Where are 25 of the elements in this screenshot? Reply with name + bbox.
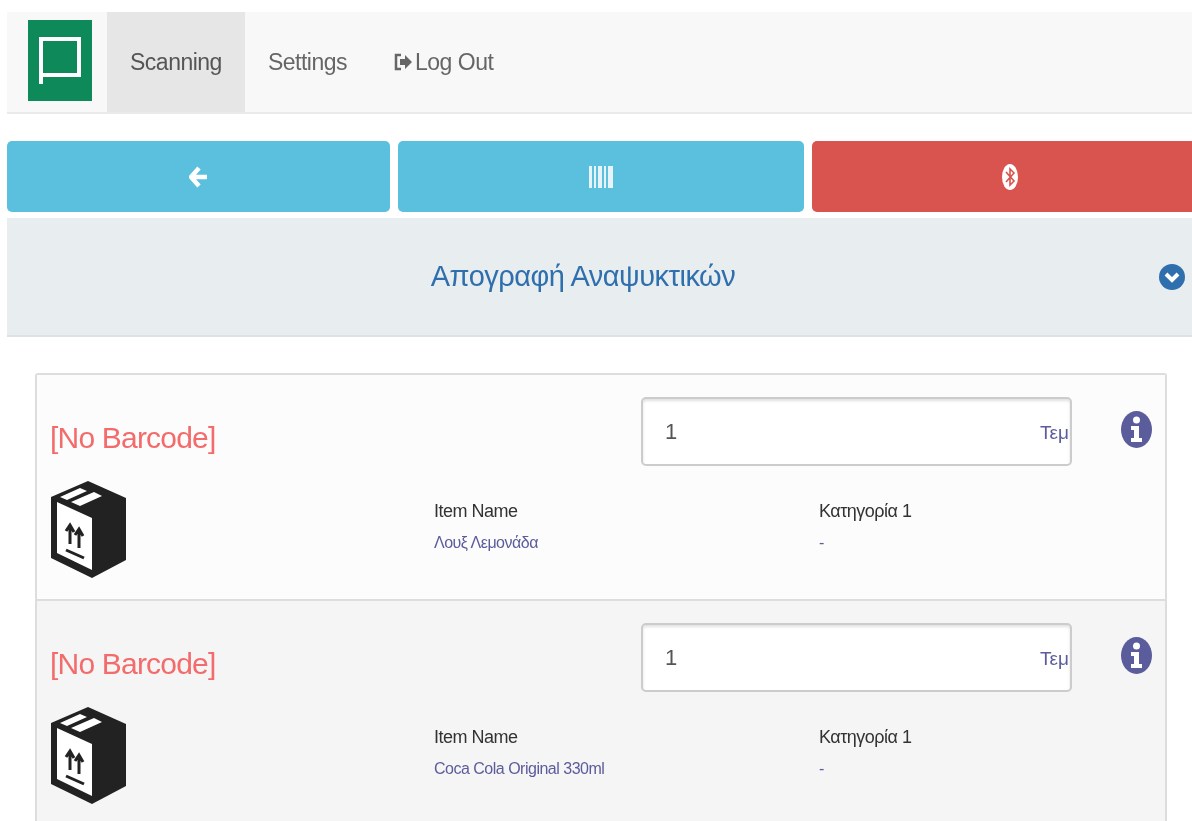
chevron-down-icon[interactable] — [1159, 263, 1185, 290]
field-label: Item Name — [434, 726, 518, 749]
field-value: - — [819, 759, 824, 779]
barcode-icon — [589, 165, 613, 188]
field-value: - — [819, 533, 824, 553]
field-value: Coca Cola Original 330ml — [434, 759, 605, 779]
section-title: Απογραφή Αναψυκτικών — [429, 258, 737, 294]
bluetooth-icon — [1001, 163, 1018, 190]
logout-link[interactable]: Log Out — [370, 12, 517, 112]
unit-label: Τεμ — [1040, 421, 1069, 445]
nav-tab[interactable]: Settings — [244, 12, 371, 112]
field-value: Λουξ Λεμονάδα — [434, 533, 538, 553]
nav-tab[interactable]: Scanning — [107, 12, 245, 112]
logout-icon — [393, 53, 414, 71]
info-icon[interactable] — [1121, 637, 1152, 674]
barcode-label: [No Barcode] — [50, 647, 216, 680]
field-label: Κατηγορία 1 — [819, 726, 912, 749]
back-arrow-icon — [188, 165, 209, 188]
info-icon[interactable] — [1121, 411, 1152, 448]
package-icon — [50, 706, 127, 805]
package-icon — [50, 480, 127, 579]
field-label: Item Name — [434, 500, 518, 523]
field-label: Κατηγορία 1 — [819, 500, 912, 523]
barcode-label: [No Barcode] — [50, 421, 216, 454]
unit-label: Τεμ — [1040, 647, 1069, 671]
